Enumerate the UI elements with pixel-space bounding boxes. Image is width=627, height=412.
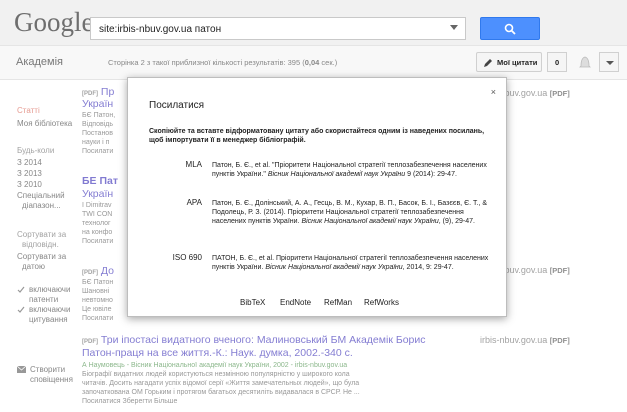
citation-end: 9 (2014): 29-47. — [405, 171, 457, 178]
citation-end: , (9), 29-47. — [438, 218, 475, 225]
export-refman-link[interactable]: RefMan — [324, 298, 352, 307]
top-bar: Google — [0, 0, 627, 46]
menu-button[interactable] — [599, 52, 619, 72]
search-button[interactable] — [480, 17, 540, 40]
close-icon[interactable]: × — [491, 87, 496, 97]
result-stats-time: 0,04 — [304, 58, 320, 67]
citation-journal: Вісник Національної академії наук Україн… — [267, 171, 406, 178]
citation-style-mla: MLA — [185, 160, 202, 169]
result-stats-prefix: Сторінка 2 з такої приблизної кількості … — [108, 58, 305, 67]
citation-journal: Вісник Національної академії наук Україн… — [301, 218, 439, 225]
dialog-title: Посилатися — [149, 100, 205, 111]
citation-text-mla[interactable]: Патон, Б. Є., et al. "Пріоритети Націона… — [212, 161, 494, 179]
pen-icon — [484, 59, 492, 67]
export-refworks-link[interactable]: RefWorks — [364, 298, 399, 307]
my-quotes-label: Мої цитати — [497, 58, 538, 67]
search-input[interactable] — [99, 22, 439, 36]
search-dropdown-icon[interactable] — [450, 25, 458, 30]
result-stats: Сторінка 2 з такої приблизної кількості … — [108, 58, 337, 67]
search-box[interactable] — [90, 17, 466, 40]
citation-text-apa[interactable]: Патон, Б. Є., Долінський, А. А., Гесць, … — [212, 199, 494, 226]
google-logo[interactable]: Google — [14, 7, 93, 38]
citation-end: , 2014, 9: 29-47. — [402, 264, 454, 271]
export-bibtex-link[interactable]: BibTeX — [240, 298, 265, 307]
citation-text-iso[interactable]: ПАТОН, Б. Є., et al. Пріоритети Націонал… — [212, 254, 494, 272]
result-stats-suffix: сек.) — [319, 58, 338, 67]
my-quotes-button[interactable]: Мої цитати — [476, 52, 542, 72]
export-endnote-link[interactable]: EndNote — [280, 298, 311, 307]
citation-style-iso: ISO 690 — [172, 253, 202, 262]
citation-journal: Вісник Національної академії наук Україн… — [265, 264, 403, 271]
alerts-count[interactable]: 0 — [547, 52, 567, 72]
bell-icon[interactable] — [574, 52, 596, 72]
cite-dialog: Посилатися × Скопіюйте та вставте відфор… — [127, 77, 507, 317]
sub-bar: Академія Сторінка 2 з такої приблизної к… — [0, 46, 627, 80]
dialog-description: Скопіюйте та вставте відформатовану цита… — [149, 128, 485, 144]
academy-label[interactable]: Академія — [16, 56, 63, 68]
search-icon — [504, 23, 516, 35]
chevron-down-icon — [606, 61, 614, 65]
citation-style-apa: APA — [186, 198, 202, 207]
